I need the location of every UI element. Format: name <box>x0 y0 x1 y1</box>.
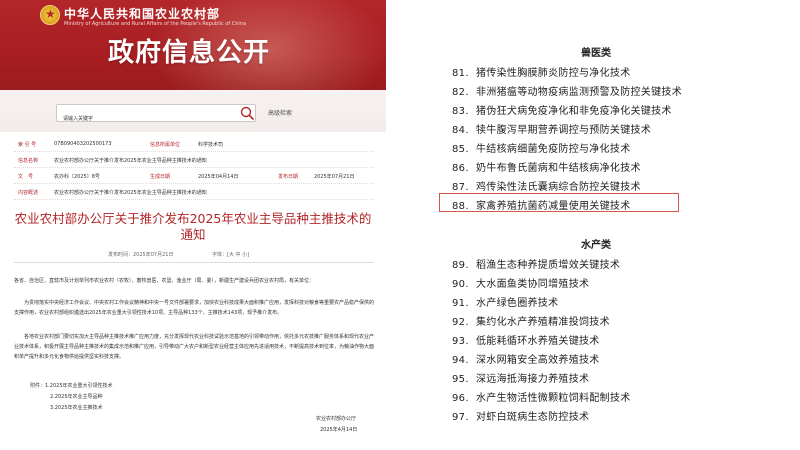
category-value: 科学技术司 <box>198 142 224 148</box>
list-item: 92. 集约化水产养殖精准投饲技术 <box>452 317 610 328</box>
list-item: 82. 非洲猪瘟等动物疫病监测预警及防控关键技术 <box>452 87 682 98</box>
attachment-link[interactable]: 3.2025年农业主推技术 <box>50 404 103 411</box>
ministry-english-name: Ministry of Agriculture and Rural Affair… <box>64 21 247 27</box>
publish-date-value: 2025年07月21日 <box>314 174 355 180</box>
aqua-category-heading: 水产类 <box>581 240 611 251</box>
signer: 农业农村部办公厅 <box>316 416 357 422</box>
list-item: 97. 对虾白斑病生态防控技术 <box>452 412 590 423</box>
list-item: 93. 低能耗循环水养殖关键技术 <box>452 336 600 347</box>
meta-row: 文 号 农办科〔2025〕8号 生成日期 2025年04月14日 发布日期 20… <box>14 168 374 184</box>
list-item: 96. 水产生物活性微颗粒饲料配制技术 <box>452 393 631 404</box>
site-header: 中华人民共和国农业农村部 Ministry of Agriculture and… <box>0 0 386 90</box>
attachment-link[interactable]: 2.2025年农业主导品种 <box>50 393 103 400</box>
summary-value: 农业农村部办公厅关于推介发布2025年农业主导品种主推技术的通知 <box>54 190 207 196</box>
body-paragraph: 为贯彻落实中央经济工作会议、中央农村工作会议精神和中央一号文件部署要求，加快农业… <box>14 300 375 316</box>
national-emblem-icon <box>40 5 60 25</box>
generated-date-label: 生成日期 <box>150 174 171 180</box>
generated-date-value: 2025年04月14日 <box>198 174 239 180</box>
right-panel: 兽医类 81. 猪传染性胸膜肺炎防控与净化技术 82. 非洲猪瘟等动物疫病监测预警及… <box>392 0 800 450</box>
index-value: 07B090403202500173 <box>54 141 112 147</box>
search-icon[interactable] <box>240 106 254 120</box>
publish-date-label: 发布日期 <box>278 174 299 180</box>
highlight-box <box>439 193 679 212</box>
list-item: 81. 猪传染性胸膜肺炎防控与净化技术 <box>452 68 631 79</box>
list-item: 94. 深水网箱安全高效养殖技术 <box>452 355 600 366</box>
doc-number-value: 农办科〔2025〕8号 <box>54 174 100 180</box>
body-paragraph: 各地农业农村部门要切实加大主导品种主推技术推广应用力度，充分发挥现代农业科技试验… <box>14 334 375 360</box>
article-title-line1: 农业农村部办公厅关于推介发布2025年农业主导品种主推技术的 <box>14 211 372 226</box>
divider <box>14 262 374 263</box>
meta-row: 索 引 号 07B090403202500173 信息所属单位 科学技术司 <box>14 136 374 152</box>
list-item: 95. 深远海抵海接力养殖技术 <box>452 374 590 385</box>
search-input[interactable] <box>57 110 227 127</box>
list-item: 90. 大水面鱼类协同增殖技术 <box>452 279 590 290</box>
list-item: 83. 猪伪狂犬病免疫净化和非免疫净化关键技术 <box>452 106 672 117</box>
salutation-paragraph: 各省、自治区、直辖市及计划单列市农业农村（农牧）、畜牧兽医、农垦、渔业厅（局、委… <box>14 278 315 284</box>
list-item: 84. 犊牛腹泻早期营养调控与预防关键技术 <box>452 125 652 136</box>
left-panel: 中华人民共和国农业农村部 Ministry of Agriculture and… <box>0 0 386 450</box>
name-value: 农业农村部办公厅关于推介发布2025年农业主导品种主推技术的通知 <box>54 158 207 164</box>
page-heading: 政府信息公开 <box>108 38 271 68</box>
list-item: 89. 稻渔生态种养提质增效关键技术 <box>452 260 621 271</box>
font-size-control[interactable]: 字体：[大 中 小] <box>212 251 249 258</box>
vet-category-heading: 兽医类 <box>581 48 611 59</box>
attachment-link[interactable]: 附件：1.2025年农业重大引领性技术 <box>30 382 113 389</box>
article-title-line2: 通知 <box>180 227 206 242</box>
sign-date: 2025年4月14日 <box>320 427 358 433</box>
meta-row: 信息名称 农业农村部办公厅关于推介发布2025年农业主导品种主推技术的通知 <box>14 152 374 168</box>
list-item: 91. 水产绿色圈养技术 <box>452 298 559 309</box>
name-label: 信息名称 <box>18 158 39 164</box>
list-item: 86. 奶牛布鲁氏菌病和牛结核病净化技术 <box>452 163 641 174</box>
advanced-search-link[interactable]: 高级检索 <box>268 108 292 117</box>
index-label: 索 引 号 <box>18 142 37 148</box>
search-band: 高级检索 <box>0 90 386 132</box>
category-label: 信息所属单位 <box>150 142 181 148</box>
publish-time: 发布时间：2025年07月21日 <box>108 252 174 258</box>
ministry-name[interactable]: 中华人民共和国农业农村部 <box>64 5 220 22</box>
summary-label: 内容概述 <box>18 190 39 196</box>
article-title: 农业农村部办公厅关于推介发布2025年农业主导品种主推技术的 通知 <box>6 211 380 243</box>
meta-table: 索 引 号 07B090403202500173 信息所属单位 科学技术司 信息… <box>14 136 374 200</box>
list-item: 87. 鸡传染性法氏囊病综合防控关键技术 <box>452 182 641 193</box>
list-item: 85. 牛结核病细菌免疫防控与净化技术 <box>452 144 631 155</box>
doc-number-label: 文 号 <box>18 174 34 180</box>
meta-row: 内容概述 农业农村部办公厅关于推介发布2025年农业主导品种主推技术的通知 <box>14 184 374 200</box>
search-box[interactable] <box>56 104 256 127</box>
